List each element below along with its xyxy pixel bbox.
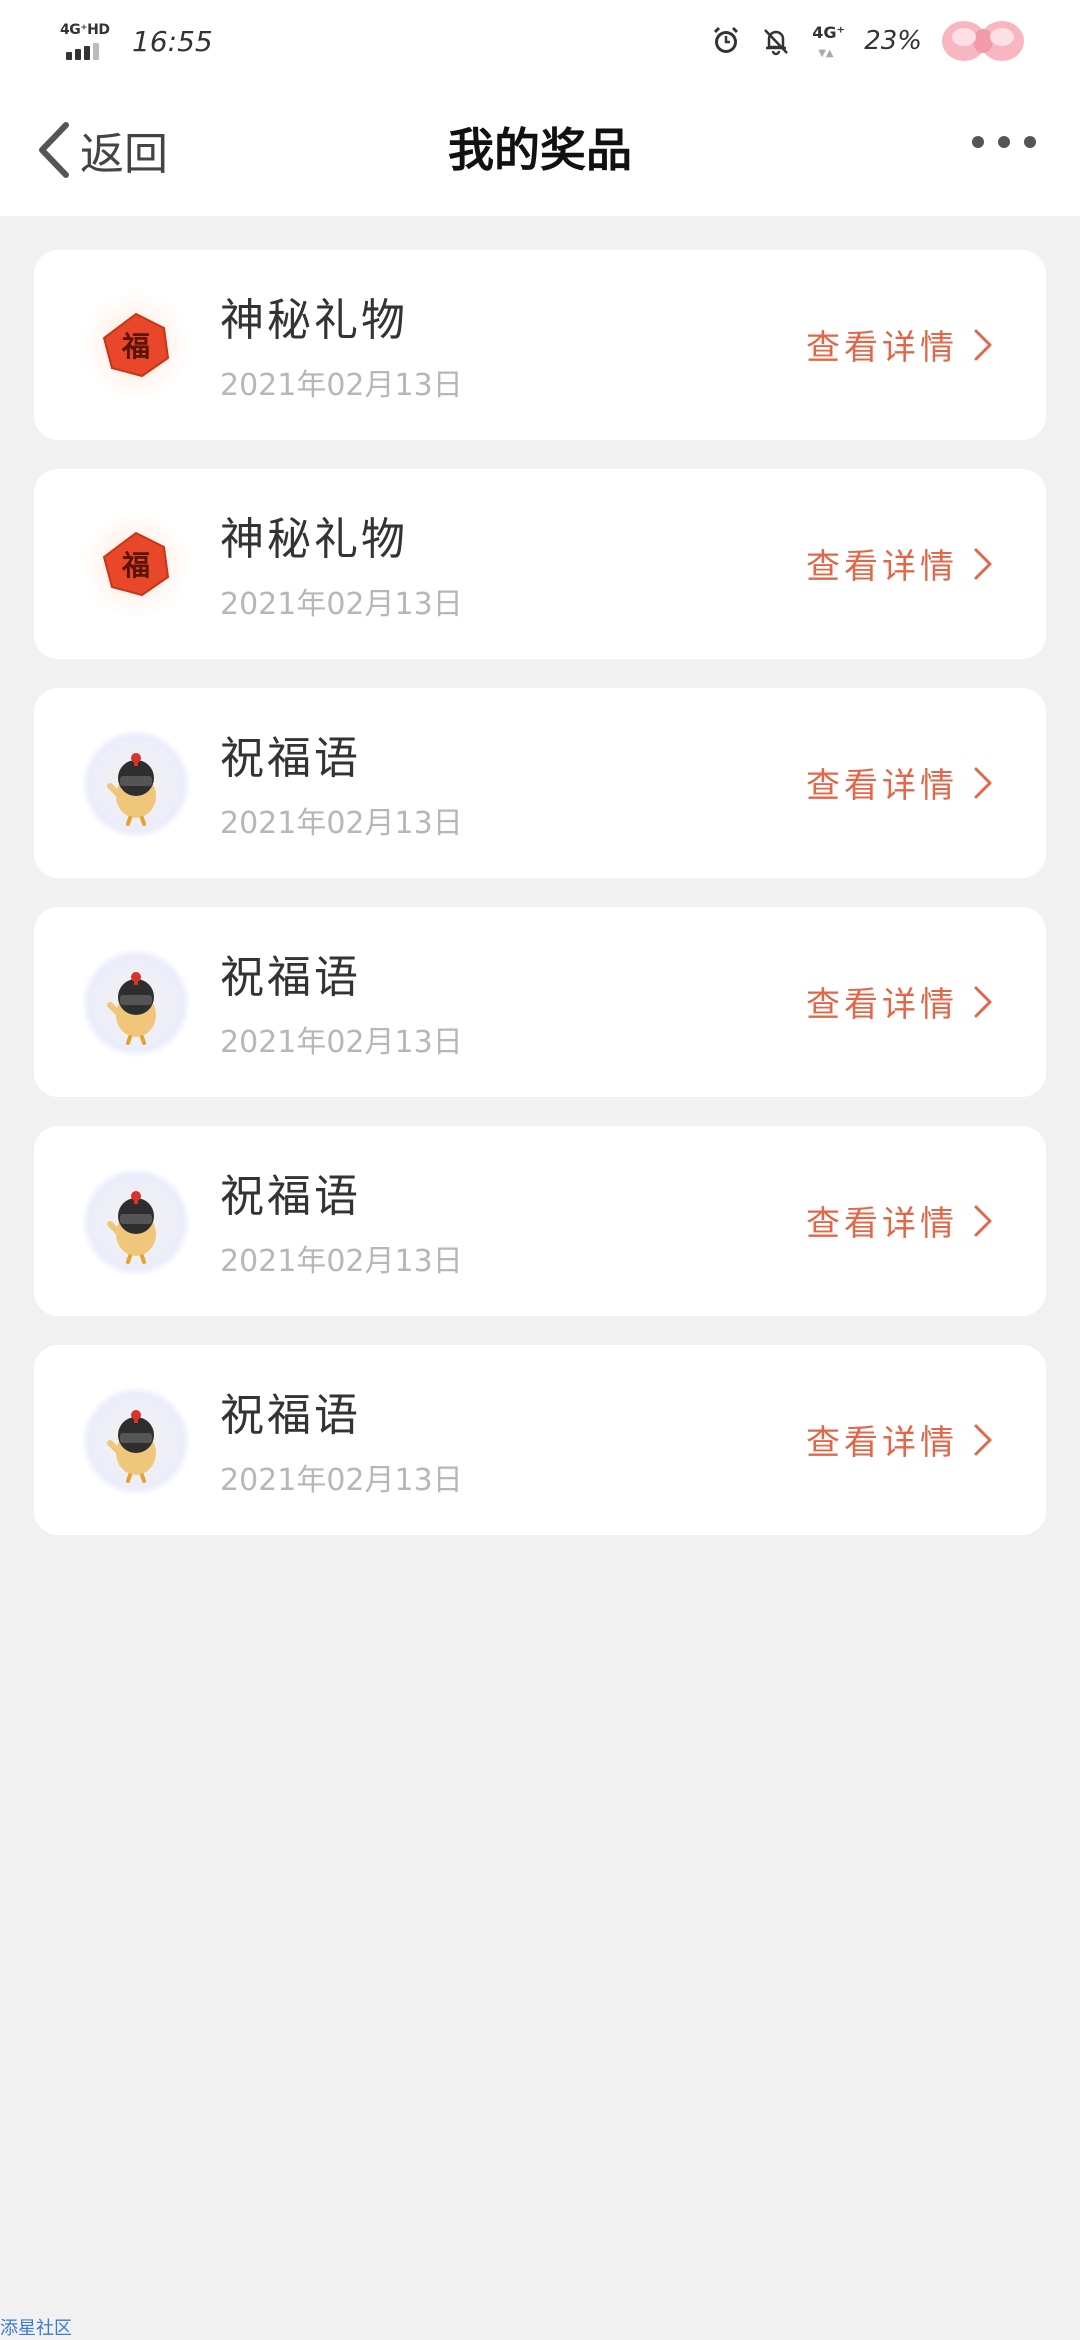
- prize-date: 2021年02月13日: [220, 1244, 463, 1279]
- svg-text:福: 福: [121, 549, 150, 582]
- network-type: 4G⁺HD: [60, 22, 110, 38]
- view-details-link[interactable]: 查看详情: [806, 1415, 994, 1464]
- prize-card[interactable]: 祝福语 2021年02月13日 查看详情: [34, 1345, 1046, 1535]
- chevron-right-icon: [974, 1424, 992, 1455]
- view-details-link[interactable]: 查看详情: [806, 539, 994, 588]
- prize-date: 2021年02月13日: [220, 806, 463, 841]
- prize-title: 祝福语: [220, 1171, 361, 1222]
- svg-text:福: 福: [121, 330, 150, 363]
- chick-warrior-icon: [82, 949, 190, 1057]
- view-details-label: 查看详情: [806, 985, 958, 1025]
- prize-date: 2021年02月13日: [220, 368, 463, 403]
- watermark: 添星社区: [0, 2318, 72, 2339]
- prize-card[interactable]: 祝福语 2021年02月13日 查看详情: [34, 688, 1046, 878]
- chevron-right-icon: [974, 767, 992, 798]
- prize-list: 福 神秘礼物 2021年02月13日 查看详情 福 神秘礼物 2021年02月1…: [34, 250, 1046, 1564]
- prize-date: 2021年02月13日: [220, 1025, 463, 1060]
- prize-card[interactable]: 祝福语 2021年02月13日 查看详情: [34, 907, 1046, 1097]
- fu-badge-icon: 福: [82, 292, 190, 400]
- prize-card[interactable]: 福 神秘礼物 2021年02月13日 查看详情: [34, 469, 1046, 659]
- prize-card[interactable]: 福 神秘礼物 2021年02月13日 查看详情: [34, 250, 1046, 440]
- view-details-label: 查看详情: [806, 1204, 958, 1244]
- alarm-icon: [714, 26, 739, 53]
- view-details-link[interactable]: 查看详情: [806, 320, 994, 369]
- bow-icon: [942, 21, 1024, 61]
- header: 返回 我的奖品: [0, 82, 1080, 216]
- view-details-label: 查看详情: [806, 328, 958, 368]
- chevron-right-icon: [974, 986, 992, 1017]
- prize-title: 祝福语: [220, 733, 361, 784]
- prize-title: 神秘礼物: [220, 295, 408, 346]
- chevron-right-icon: [974, 1205, 992, 1236]
- status-bar: 4G⁺HD 16:55 4G⁺ ▼▲ 23%: [0, 0, 1080, 82]
- bell-off-icon: [764, 29, 789, 56]
- status-time: 16:55: [132, 24, 213, 58]
- chevron-right-icon: [974, 548, 992, 579]
- status-left: 4G⁺HD 16:55: [58, 22, 213, 60]
- chick-warrior-icon: [82, 730, 190, 838]
- prize-date: 2021年02月13日: [220, 1463, 463, 1498]
- view-details-link[interactable]: 查看详情: [806, 977, 994, 1026]
- fu-badge-icon: 福: [82, 511, 190, 619]
- more-dots-icon[interactable]: [972, 136, 1036, 148]
- prize-title: 神秘礼物: [220, 514, 408, 565]
- view-details-link[interactable]: 查看详情: [806, 1196, 994, 1245]
- prize-title: 祝福语: [220, 1390, 361, 1441]
- view-details-link[interactable]: 查看详情: [806, 758, 994, 807]
- prize-card[interactable]: 祝福语 2021年02月13日 查看详情: [34, 1126, 1046, 1316]
- chevron-right-icon: [974, 329, 992, 360]
- signal-icon: 4G⁺HD: [58, 22, 116, 60]
- network-icon: 4G⁺ ▼▲: [812, 23, 845, 59]
- view-details-label: 查看详情: [806, 1423, 958, 1463]
- view-details-label: 查看详情: [806, 766, 958, 806]
- battery-text: 23%: [864, 26, 922, 56]
- network-right-label: 4G⁺: [812, 23, 845, 42]
- chick-warrior-icon: [82, 1387, 190, 1495]
- view-details-label: 查看详情: [806, 547, 958, 587]
- chick-warrior-icon: [82, 1168, 190, 1276]
- page-title: 我的奖品: [448, 123, 632, 177]
- status-right: 4G⁺ ▼▲ 23%: [710, 18, 1026, 64]
- prize-date: 2021年02月13日: [220, 587, 463, 622]
- prize-title: 祝福语: [220, 952, 361, 1003]
